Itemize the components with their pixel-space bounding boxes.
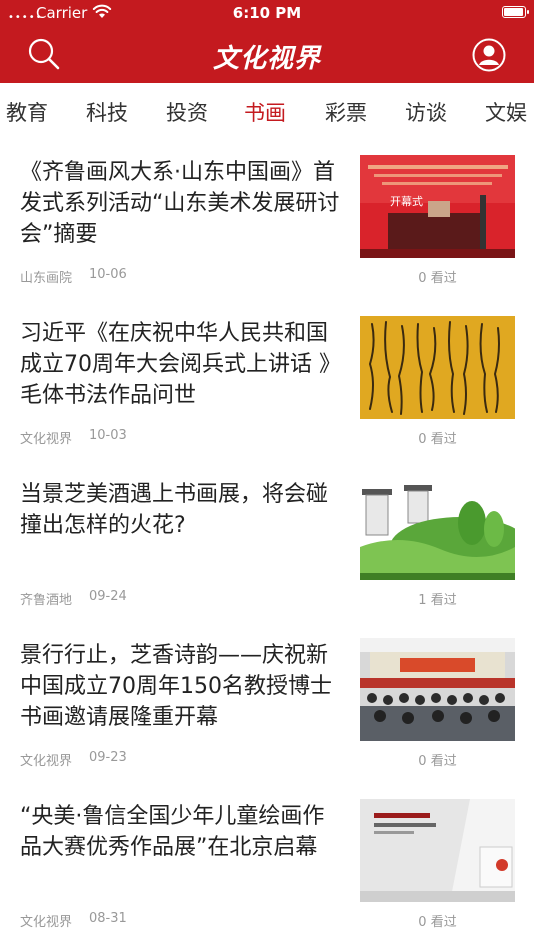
- thumbnail-caption: 开幕式: [390, 194, 423, 208]
- article-source: 文化视界: [20, 754, 73, 769]
- list-item[interactable]: 景行行止，芝香诗韵——庆祝新中国成立70周年150名教授博士书画邀请展隆重开幕: [0, 622, 534, 783]
- category-tabs: 教育 科技 投资 书画 彩票 访谈 文娱: [0, 83, 534, 139]
- battery-icon: [502, 6, 529, 18]
- article-source: 齐鲁酒地: [20, 593, 73, 608]
- view-count: 0 看过: [418, 754, 457, 769]
- article-date: 08-31: [89, 911, 127, 926]
- article-thumbnail: [360, 799, 515, 902]
- tab-investment[interactable]: 投资: [166, 97, 208, 127]
- list-item[interactable]: 当景芝美酒遇上书画展，将会碰撞出怎样的火花? 齐鲁酒地 09-24 1 看过: [0, 461, 534, 622]
- battery-fill: [504, 8, 523, 16]
- article-source: 文化视界: [20, 915, 73, 930]
- list-item[interactable]: “央美·鲁信全国少年儿童绘画作品大赛优秀作品展”在北京启幕 文化视界 08-31…: [0, 783, 534, 944]
- list-item[interactable]: 习近平《在庆祝中华人民共和国成立70周年大会阅兵式上讲话 》毛体书法作品问世 文…: [0, 300, 534, 461]
- tab-technology[interactable]: 科技: [86, 97, 128, 127]
- article-title: “央美·鲁信全国少年儿童绘画作品大赛优秀作品展”在北京启幕: [20, 804, 325, 860]
- user-icon[interactable]: [472, 38, 506, 72]
- article-date: 09-24: [89, 589, 127, 604]
- article-thumbnail: [360, 638, 515, 741]
- article-thumbnail: 开幕式: [360, 155, 515, 258]
- view-count: 0 看过: [418, 432, 457, 447]
- article-title: 当景芝美酒遇上书画展，将会碰撞出怎样的火花?: [20, 482, 329, 538]
- article-date: 10-03: [89, 428, 127, 443]
- article-thumbnail: [360, 477, 515, 580]
- tab-entertainment[interactable]: 文娱: [485, 97, 527, 127]
- view-count: 0 看过: [418, 915, 457, 930]
- article-title: 景行行止，芝香诗韵——庆祝新中国成立70周年150名教授博士书画邀请展隆重开幕: [20, 643, 332, 730]
- article-date: 10-06: [89, 267, 127, 282]
- status-time: 6:10 PM: [232, 4, 302, 22]
- article-thumbnail: [360, 316, 515, 419]
- article-source: 山东画院: [20, 271, 73, 286]
- view-count: 0 看过: [418, 271, 457, 286]
- status-bar: ••••• Carrier 6:10 PM: [0, 0, 534, 26]
- view-count: 1 看过: [418, 593, 457, 608]
- list-item[interactable]: 《齐鲁画风大系·山东中国画》首发式系列活动“山东美术发展研讨会”摘要 开幕式 山…: [0, 139, 534, 300]
- app-logo: 文化视界: [212, 44, 321, 74]
- article-title: 《齐鲁画风大系·山东中国画》首发式系列活动“山东美术发展研讨会”摘要: [20, 160, 340, 247]
- article-date: 09-23: [89, 750, 127, 765]
- tab-education[interactable]: 教育: [6, 97, 48, 127]
- article-title: 习近平《在庆祝中华人民共和国成立70周年大会阅兵式上讲话 》毛体书法作品问世: [20, 321, 330, 408]
- tab-calligraphy-painting[interactable]: 书画: [244, 97, 286, 127]
- app-header: ••••• Carrier 6:10 PM 文化视界: [0, 0, 534, 83]
- tab-lottery[interactable]: 彩票: [325, 97, 367, 127]
- tab-interview[interactable]: 访谈: [405, 97, 447, 127]
- article-source: 文化视界: [20, 432, 73, 447]
